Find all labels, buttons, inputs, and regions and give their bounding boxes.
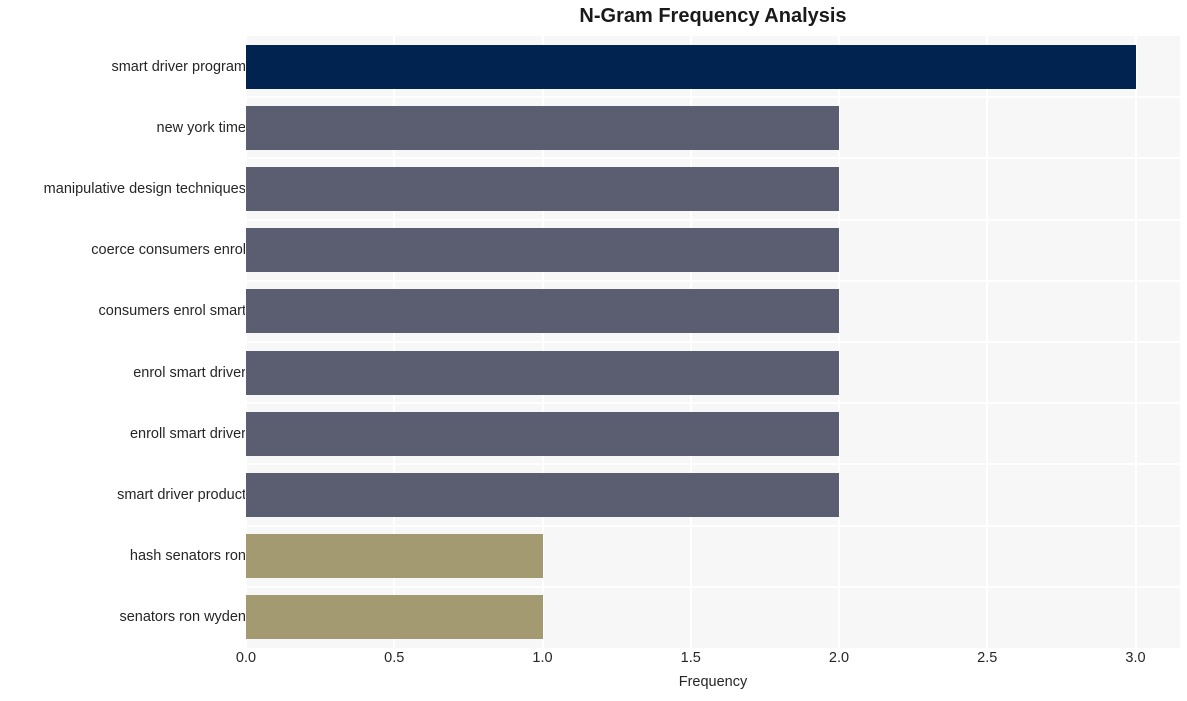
gridline-vertical [1134, 36, 1137, 648]
plot-area [245, 36, 1180, 648]
chart-figure: N-Gram Frequency Analysis smart driver p… [0, 0, 1187, 701]
x-axis-tick-label: 1.0 [532, 650, 553, 666]
bar[interactable] [246, 350, 840, 395]
y-axis-tick-label: new york time [156, 119, 246, 136]
y-axis-tick-label: senators ron wyden [119, 609, 246, 626]
x-axis-tick-label: 0.5 [384, 650, 405, 666]
gridline-vertical [986, 36, 989, 648]
bar[interactable] [246, 411, 840, 456]
bar[interactable] [246, 289, 840, 334]
gridline-horizontal [246, 463, 1180, 466]
x-axis-title: Frequency [678, 674, 748, 690]
y-axis-tick-label: manipulative design techniques [43, 181, 246, 197]
gridline-horizontal [246, 279, 1180, 282]
gridline-horizontal [246, 585, 1180, 588]
gridline-horizontal [246, 157, 1180, 160]
chart-title: N-Gram Frequency Analysis [579, 5, 847, 27]
y-axis-tick-label: enroll smart driver [129, 425, 246, 442]
y-axis-tick-label: smart driver program [111, 58, 246, 75]
bar[interactable] [246, 473, 840, 517]
x-axis-tick-label: 2.5 [977, 650, 998, 666]
bar[interactable] [246, 534, 543, 579]
bar[interactable] [246, 167, 840, 211]
y-axis-tick-label: hash senators ron [129, 548, 246, 565]
y-axis-tick-label: enrol smart driver [133, 364, 246, 381]
y-axis-tick-label: smart driver product [117, 487, 246, 503]
x-axis-tick-label: 3.0 [1125, 650, 1146, 666]
x-axis-tick-label: 0.0 [235, 650, 257, 666]
y-axis-tick-label: consumers enrol smart [98, 303, 246, 320]
gridline-horizontal [246, 402, 1180, 405]
gridline-horizontal [246, 341, 1180, 343]
gridline-horizontal [246, 218, 1180, 221]
bar[interactable] [246, 595, 543, 640]
y-axis-tick-label: coerce consumers enrol [91, 242, 246, 259]
x-axis-tick-label: 1.5 [680, 650, 701, 666]
bar[interactable] [246, 105, 840, 150]
y-axis-tick-labels: smart driver program new york time manipul… [0, 36, 246, 648]
gridline-horizontal [246, 96, 1180, 99]
x-axis-tick-labels: 0.0 0.5 1.0 1.5 2.0 2.5 3.0 [236, 650, 1180, 672]
gridline-horizontal [246, 524, 1180, 527]
bar[interactable] [246, 44, 1136, 89]
bar[interactable] [246, 228, 840, 273]
x-axis-tick-label: 2.0 [828, 650, 850, 666]
